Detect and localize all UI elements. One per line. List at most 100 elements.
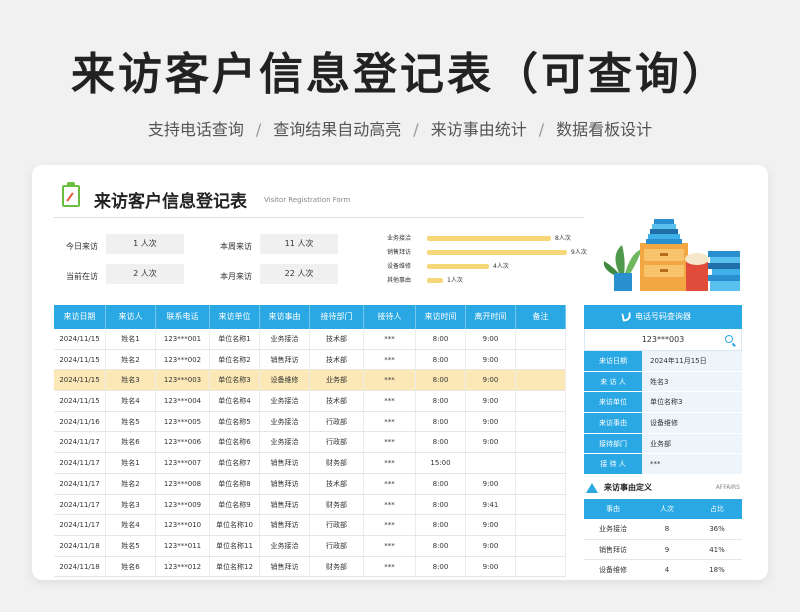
table-cell: 单位名称3 (210, 370, 260, 391)
table-cell: 123***005 (156, 411, 210, 432)
page-title: 来访客户信息登记表（可查询） (71, 49, 729, 100)
table-row[interactable]: 2024/11/16 姓名5 123***005 单位名称5 业务接洽 行政部 *** 8:0… (54, 411, 566, 433)
table-cell: 2024/11/16 (54, 411, 106, 432)
column-header[interactable]: 来访日期 (54, 305, 106, 329)
table-cell: 姓名3 (106, 370, 156, 391)
table-cell: 技术部 (310, 473, 364, 494)
table-cell: 技术部 (310, 391, 364, 411)
reason-bar-row: 其他事由 1人次 (387, 276, 587, 286)
query-field-value: 2024年11月15日 (642, 351, 742, 371)
table-row[interactable]: 2024/11/15 姓名4 123***004 单位名称4 业务接洽 技术部 *** 8:0… (54, 391, 566, 412)
table-cell: 8:00 (416, 535, 466, 556)
definition-header: 来访事由定义 AFFAIRS (584, 479, 742, 499)
table-row[interactable]: 2024/11/17 姓名4 123***010 单位名称10 销售拜访 行政部 *** 8:… (54, 515, 566, 536)
query-field-row: 接 待 人 *** (584, 454, 742, 476)
query-header-label: 电话号码查询器 (635, 312, 691, 321)
table-cell (466, 453, 516, 473)
table-cell: 单位名称4 (210, 391, 260, 411)
feature-item: 来访事由统计 (430, 120, 527, 139)
table-cell: 8:00 (416, 494, 466, 515)
stat-week-value: 11 人次 (260, 234, 338, 254)
table-row[interactable]: 2024/11/18 姓名5 123***011 单位名称11 业务接洽 行政部 *** 8:… (54, 535, 566, 557)
column-header[interactable]: 离开时间 (466, 305, 516, 329)
table-row[interactable]: 2024/11/15 姓名2 123***002 单位名称2 销售拜访 技术部 *** 8:0… (54, 349, 566, 371)
query-header: 电话号码查询器 (584, 305, 742, 329)
phone-search-input[interactable]: 123***003 (584, 329, 742, 351)
query-field-value: 业务部 (642, 433, 742, 454)
table-row[interactable]: 2024/11/17 姓名3 123***009 单位名称9 销售拜访 财务部 *** 8:0… (54, 494, 566, 516)
table-cell: *** (364, 453, 416, 473)
definition-row: 业务接洽 8 36% (584, 519, 742, 540)
query-field-row: 来访单位 单位名称3 (584, 392, 742, 414)
table-cell: 9:00 (466, 535, 516, 556)
table-cell: *** (364, 494, 416, 515)
stat-current-value: 2 人次 (106, 264, 184, 284)
table-cell: 2024/11/17 (54, 432, 106, 453)
table-cell: *** (364, 432, 416, 453)
column-header[interactable]: 来访时间 (416, 305, 466, 329)
search-icon[interactable] (725, 335, 733, 343)
table-row[interactable]: 2024/11/18 姓名6 123***012 单位名称12 销售拜访 财务部 *** 8:… (54, 556, 566, 578)
reason-bar-value: 4人次 (493, 263, 509, 270)
definition-column-header: 占比 (710, 505, 724, 513)
table-cell: 财务部 (310, 453, 364, 473)
office-illustration-icon (603, 219, 740, 291)
query-field-key: 接 待 人 (584, 454, 642, 475)
definition-column-header: 人次 (660, 505, 674, 513)
table-cell: 姓名5 (106, 411, 156, 432)
column-header[interactable]: 备注 (516, 305, 566, 329)
table-cell: 业务接洽 (260, 391, 310, 411)
definition-cell: 36% (709, 525, 725, 533)
table-row[interactable]: 2024/11/17 姓名2 123***008 单位名称8 销售拜访 技术部 *** 8:0… (54, 473, 566, 495)
query-result-fields: 来访日期 2024年11月15日来 访 人姓名3 来访单位 单位名称3 来访事由 设备维修… (584, 351, 742, 476)
definition-cell: 18% (709, 566, 725, 575)
table-header: 来访日期 来访人 联系电话 来访单位 来访事由 接待部门 接待人 来访时间 离开时间 备注 (54, 305, 566, 329)
table-cell: 销售拜访 (260, 473, 310, 494)
stat-month-label: 本月来访 (220, 272, 252, 281)
table-cell: 销售拜访 (260, 556, 310, 577)
feature-list: 支持电话查询 / 查询结果自动高亮 / 来访事由统计 / 数据看板设计 (0, 116, 800, 140)
feature-item: 查询结果自动高亮 (273, 120, 402, 139)
column-header[interactable]: 接待人 (364, 305, 416, 329)
table-cell (516, 494, 566, 515)
table-row[interactable]: 2024/11/17 姓名6 123***006 单位名称6 业务接洽 行政部 *** 8:0… (54, 432, 566, 454)
definition-row: 设备维修 4 18% (584, 560, 742, 580)
table-cell: 姓名4 (106, 515, 156, 535)
column-header[interactable]: 来访人 (106, 305, 156, 329)
column-header[interactable]: 来访单位 (210, 305, 260, 329)
table-cell: 9:00 (466, 329, 516, 349)
table-cell: 销售拜访 (260, 349, 310, 370)
table-cell: 9:41 (466, 494, 516, 515)
table-cell: 2024/11/15 (54, 391, 106, 411)
table-cell: 姓名5 (106, 535, 156, 556)
stat-today-label: 今日来访 (66, 242, 98, 251)
table-cell: *** (364, 556, 416, 577)
table-cell: 姓名3 (106, 494, 156, 515)
table-cell: 8:00 (416, 349, 466, 370)
definition-table: 事由 人次 占比 业务接洽 8 36% 销售拜访 9 41% 设备维修 4 18% (584, 499, 742, 580)
feature-item: 支持电话查询 (147, 120, 244, 139)
feature-separator: / (255, 120, 262, 139)
table-cell: 123***006 (156, 432, 210, 453)
table-cell: 9:00 (466, 349, 516, 370)
table-row[interactable]: 2024/11/15 姓名3 123***003 单位名称3 设备维修 业务部 *** 8:0… (54, 370, 566, 392)
table-cell: 123***011 (156, 535, 210, 556)
query-field-key: 来访日期 (584, 351, 642, 371)
stat-month-value: 22 人次 (260, 264, 338, 284)
table-row[interactable]: 2024/11/17 姓名1 123***007 单位名称7 销售拜访 财务部 *** 15:… (54, 453, 566, 474)
table-cell: 姓名6 (106, 556, 156, 577)
table-cell: 2024/11/15 (54, 349, 106, 370)
table-cell: 123***001 (156, 329, 210, 349)
table-cell: 8:00 (416, 556, 466, 577)
column-header[interactable]: 接待部门 (310, 305, 364, 329)
table-cell (516, 556, 566, 577)
table-row[interactable]: 2024/11/15 姓名1 123***001 单位名称1 业务接洽 技术部 *** 8:0… (54, 329, 566, 350)
column-header[interactable]: 来访事由 (260, 305, 310, 329)
query-field-value: 姓名3 (642, 371, 742, 392)
table-cell (516, 391, 566, 411)
stat-current-label: 当前在访 (66, 272, 98, 281)
column-header[interactable]: 联系电话 (156, 305, 210, 329)
visitor-table: 来访日期 来访人 联系电话 来访单位 来访事由 接待部门 接待人 来访时间 离开时间 备注 202… (54, 305, 566, 578)
table-cell: 8:00 (416, 515, 466, 535)
table-cell (516, 349, 566, 370)
